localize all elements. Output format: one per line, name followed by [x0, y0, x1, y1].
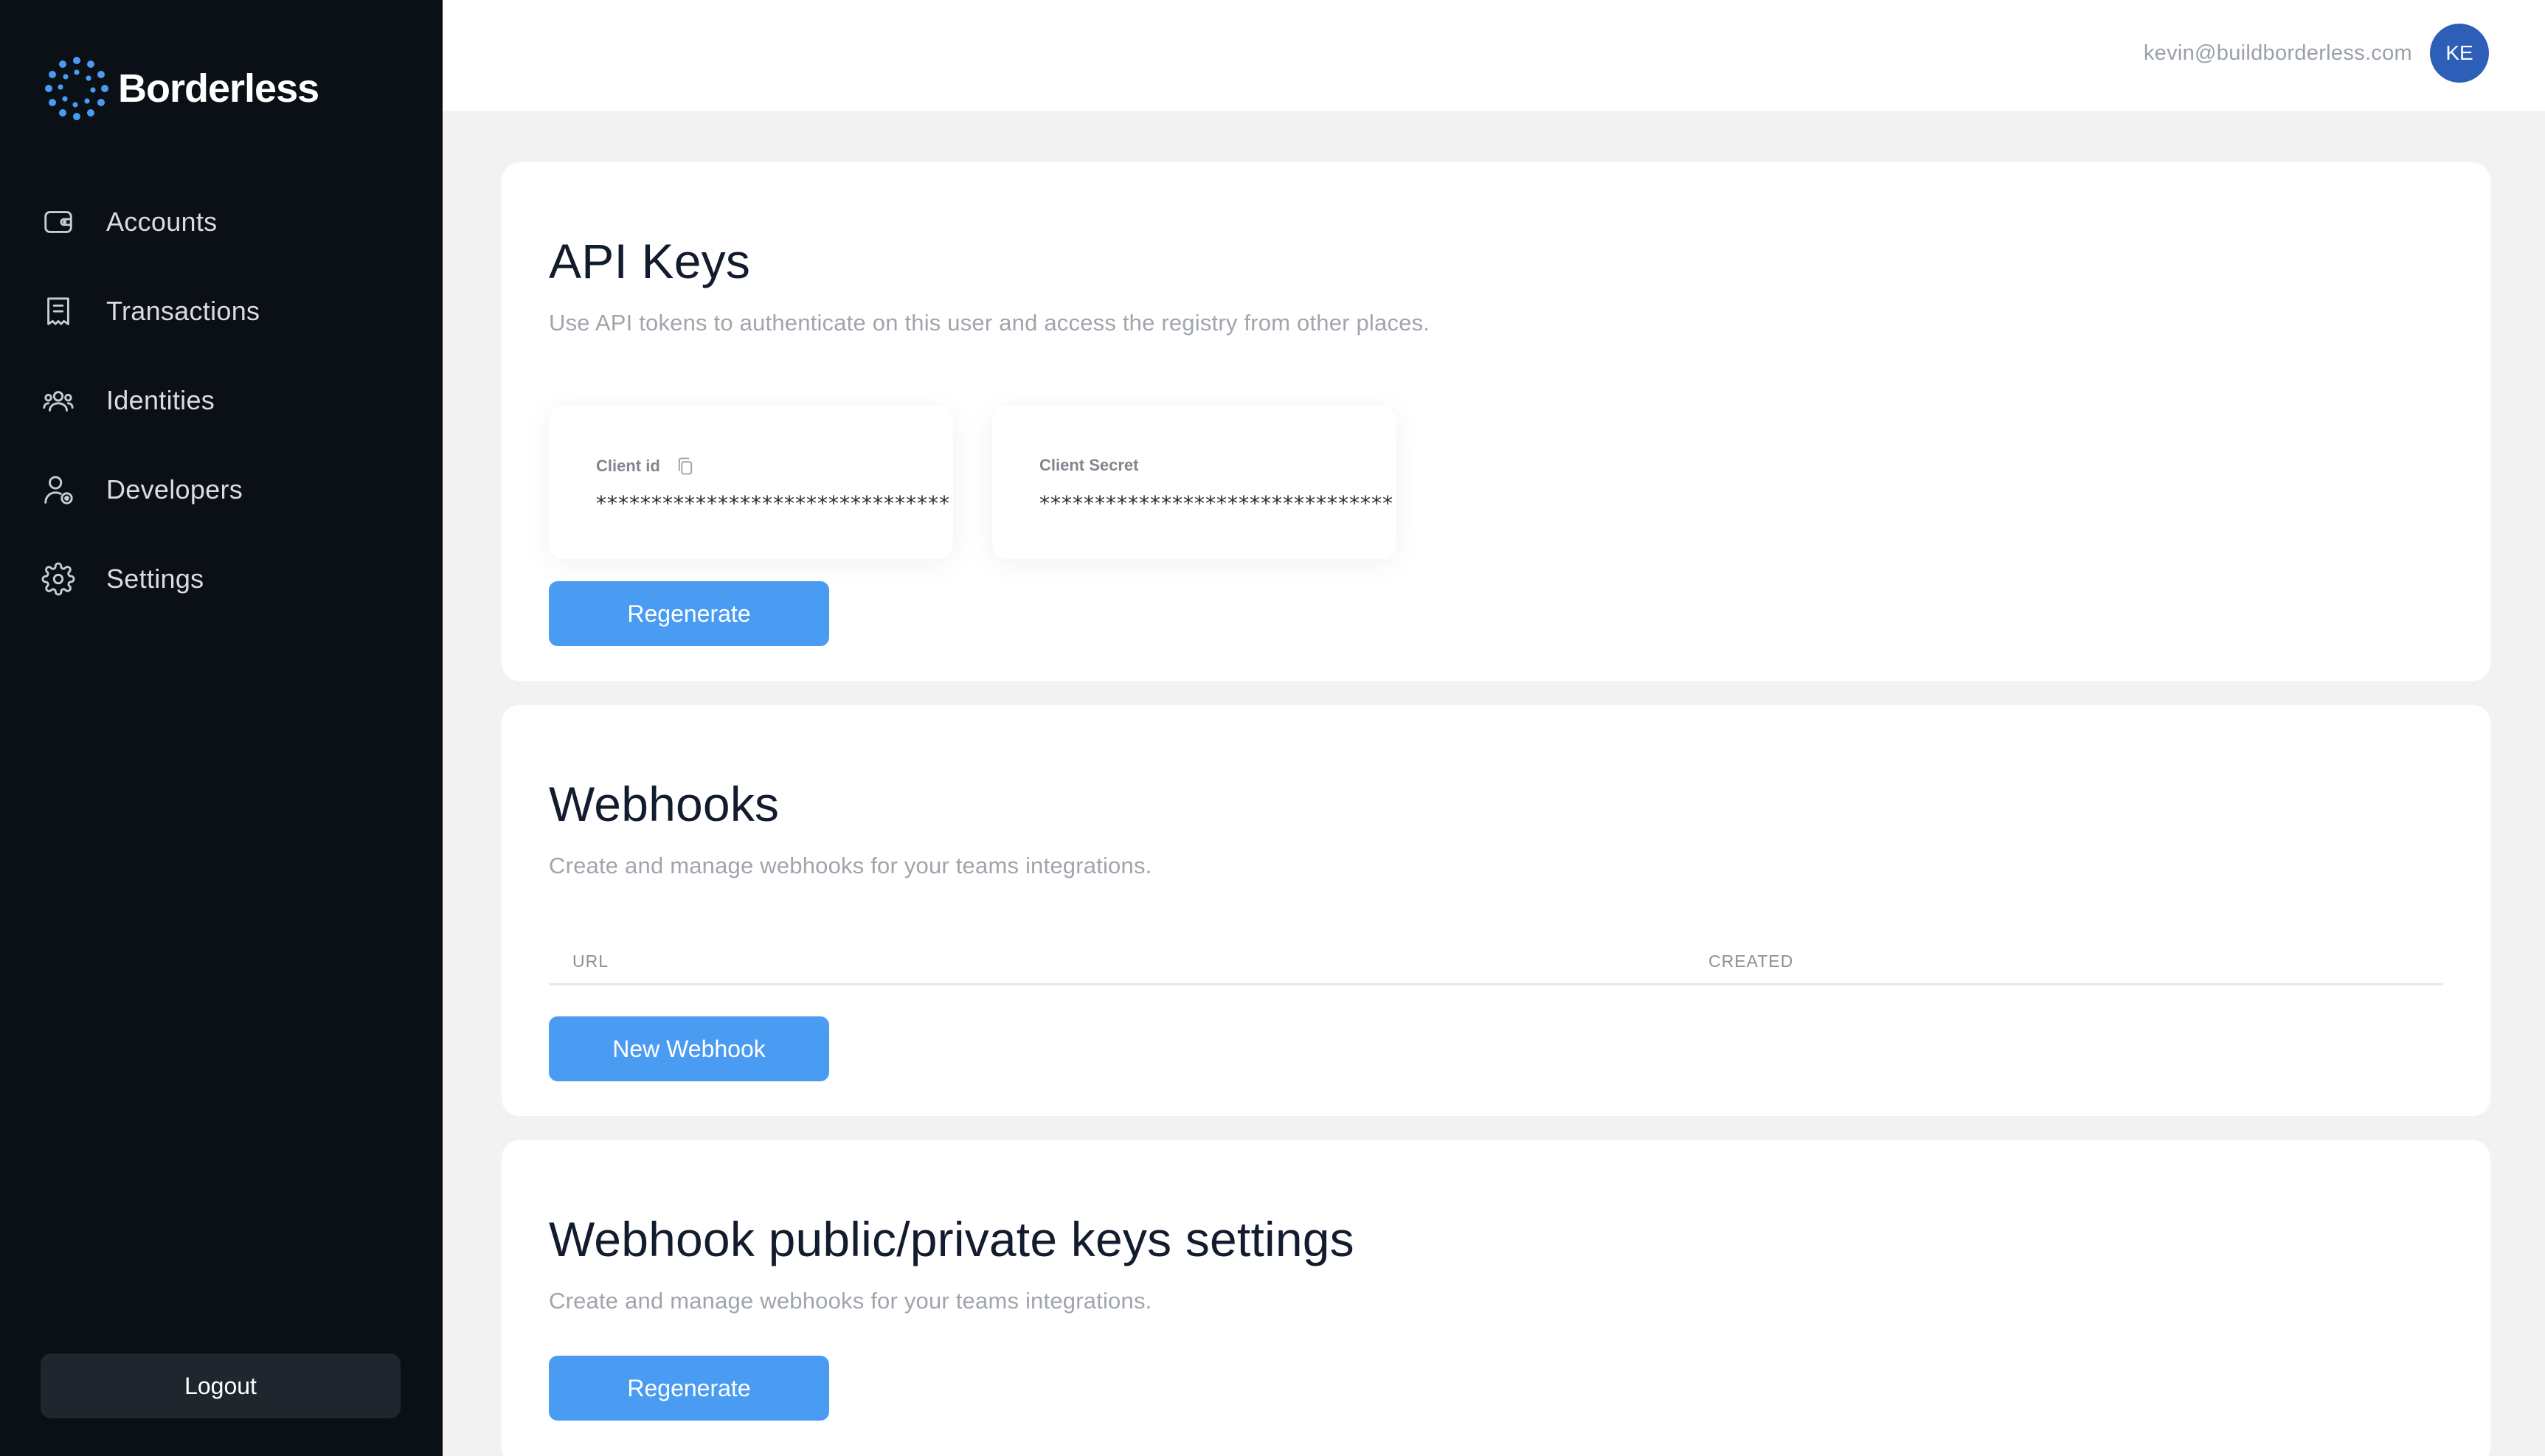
- webhooks-card: Webhooks Create and manage webhooks for …: [502, 705, 2490, 1116]
- borderless-logo-icon: [45, 57, 108, 120]
- top-bar: kevin@buildborderless.com KE: [443, 0, 2545, 111]
- sidebar-item-label: Settings: [106, 563, 204, 594]
- client-id-label-row: Client id: [596, 456, 696, 476]
- client-id-label: Client id: [596, 457, 660, 475]
- brand-name: Borderless: [118, 66, 319, 111]
- client-id-box: Client id ******************************…: [549, 406, 953, 559]
- api-keys-title: API Keys: [549, 234, 751, 288]
- webhook-keys-description: Create and manage webhooks for your team…: [549, 1288, 1152, 1314]
- sidebar-item-settings[interactable]: Settings: [40, 534, 409, 623]
- sidebar-item-identities[interactable]: Identities: [40, 356, 409, 445]
- sidebar: Borderless Accounts Transactions Identit…: [0, 0, 443, 1456]
- sidebar-nav: Accounts Transactions Identities Develop…: [40, 177, 409, 623]
- client-secret-label: Client Secret: [1039, 456, 1139, 474]
- regenerate-api-keys-button[interactable]: Regenerate: [549, 581, 829, 646]
- copy-icon[interactable]: [675, 456, 696, 476]
- brand-logo[interactable]: Borderless: [40, 52, 319, 125]
- avatar[interactable]: KE: [2430, 24, 2489, 83]
- column-header-url: URL: [572, 951, 609, 971]
- webhook-keys-card: Webhook public/private keys settings Cre…: [502, 1140, 2490, 1456]
- sidebar-item-transactions[interactable]: Transactions: [40, 266, 409, 356]
- client-secret-value: ********************************: [1039, 491, 1393, 516]
- webhooks-description: Create and manage webhooks for your team…: [549, 853, 1152, 878]
- client-id-value: ********************************: [596, 491, 950, 516]
- webhooks-title: Webhooks: [549, 777, 780, 831]
- sidebar-item-developers[interactable]: Developers: [40, 445, 409, 534]
- api-keys-description: Use API tokens to authenticate on this u…: [549, 310, 1430, 336]
- sidebar-item-label: Developers: [106, 474, 243, 505]
- column-header-created: CREATED: [1708, 951, 1794, 971]
- new-webhook-button[interactable]: New Webhook: [549, 1016, 829, 1081]
- user-email: kevin@buildborderless.com: [2143, 41, 2412, 65]
- sidebar-item-accounts[interactable]: Accounts: [40, 177, 409, 266]
- webhook-keys-title: Webhook public/private keys settings: [549, 1212, 1354, 1266]
- logout-button[interactable]: Logout: [41, 1353, 401, 1418]
- sidebar-item-label: Identities: [106, 384, 215, 415]
- gear-icon: [40, 561, 77, 597]
- api-keys-card: API Keys Use API tokens to authenticate …: [502, 162, 2490, 681]
- receipt-icon: [40, 293, 77, 330]
- client-secret-label-row: Client Secret: [1039, 456, 1139, 475]
- developer-user-icon: [40, 471, 77, 508]
- webhooks-table-header: URL CREATED: [549, 941, 2443, 985]
- sidebar-item-label: Accounts: [106, 206, 218, 237]
- users-icon: [40, 382, 77, 419]
- client-secret-box: Client Secret **************************…: [992, 406, 1396, 559]
- wallet-icon: [40, 204, 77, 240]
- sidebar-item-label: Transactions: [106, 295, 260, 326]
- regenerate-webhook-keys-button[interactable]: Regenerate: [549, 1356, 829, 1421]
